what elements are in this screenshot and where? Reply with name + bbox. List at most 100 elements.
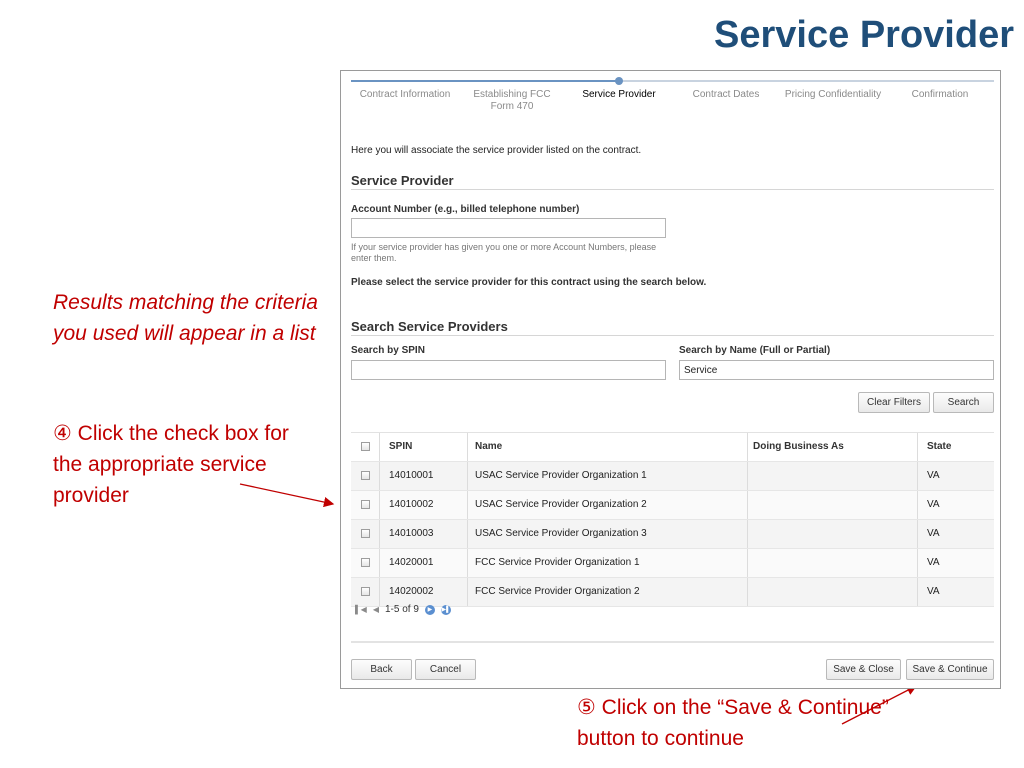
clear-filters-button[interactable]: Clear Filters xyxy=(858,392,930,413)
intro-text: Here you will associate the service prov… xyxy=(351,145,642,156)
column-divider xyxy=(379,462,380,490)
progress-fill xyxy=(351,80,619,82)
first-page-icon[interactable]: ▌◀ xyxy=(355,605,367,614)
column-header-name[interactable]: Name xyxy=(475,433,502,461)
column-divider xyxy=(747,491,748,519)
spin-search-input[interactable] xyxy=(351,360,666,380)
cell-spin: 14010001 xyxy=(389,470,434,481)
column-divider xyxy=(917,462,918,490)
column-divider xyxy=(917,549,918,577)
section-divider xyxy=(351,189,994,190)
cell-spin: 14020001 xyxy=(389,557,434,568)
spin-search-label: Search by SPIN xyxy=(351,345,425,356)
pager-range: 1-5 of 9 xyxy=(384,604,419,615)
progress-step: Contract Information xyxy=(359,89,451,100)
progress-step: Contract Dates xyxy=(692,89,760,100)
progress-step: Service Provider xyxy=(582,89,656,100)
progress-step: Establishing FCC Form 470 xyxy=(473,89,551,112)
column-header-state[interactable]: State xyxy=(927,433,951,461)
select-all-checkbox[interactable] xyxy=(361,442,370,451)
column-divider xyxy=(747,462,748,490)
cell-name: FCC Service Provider Organization 1 xyxy=(475,557,640,568)
column-divider xyxy=(467,462,468,490)
column-header-dba[interactable]: Doing Business As xyxy=(753,433,844,461)
column-divider xyxy=(917,578,918,606)
section-divider xyxy=(351,335,994,336)
pager: ▌◀ ◀ 1-5 of 9 ▶ ▶▌ xyxy=(355,604,451,615)
cell-state: VA xyxy=(927,470,940,481)
column-divider xyxy=(747,578,748,606)
column-divider xyxy=(379,491,380,519)
search-button[interactable]: Search xyxy=(933,392,994,413)
step4-text: Click the check box for the appropriate … xyxy=(53,422,289,507)
row-checkbox[interactable] xyxy=(361,500,370,509)
column-divider xyxy=(467,549,468,577)
table-row[interactable]: 14010001 USAC Service Provider Organizati… xyxy=(351,462,994,491)
column-divider xyxy=(917,491,918,519)
select-instruction: Please select the service provider for t… xyxy=(351,277,707,288)
progress-step: Confirmation xyxy=(911,89,969,100)
last-page-icon[interactable]: ▶▌ xyxy=(440,604,451,615)
cell-name: USAC Service Provider Organization 3 xyxy=(475,528,647,539)
progress-step: Pricing Confidentiality xyxy=(784,89,882,100)
column-divider xyxy=(467,491,468,519)
progress-current-dot xyxy=(615,77,623,85)
name-search-label: Search by Name (Full or Partial) xyxy=(679,345,831,356)
cell-state: VA xyxy=(927,528,940,539)
row-checkbox[interactable] xyxy=(361,471,370,480)
column-divider xyxy=(747,520,748,548)
column-divider xyxy=(467,520,468,548)
column-divider xyxy=(917,520,918,548)
results-table: SPIN Name Doing Business As State 140100… xyxy=(351,432,994,607)
step4-number: ④ xyxy=(53,422,72,445)
table-row[interactable]: 14020002 FCC Service Provider Organizatio… xyxy=(351,578,994,607)
progress-track xyxy=(351,77,994,85)
cell-name: USAC Service Provider Organization 2 xyxy=(475,499,647,510)
column-divider xyxy=(747,433,748,461)
account-number-label: Account Number (e.g., billed telephone n… xyxy=(351,204,580,215)
step5-text: Click on the “Save & Continue” button to… xyxy=(577,696,889,750)
column-divider xyxy=(379,433,380,461)
save-close-button[interactable]: Save & Close xyxy=(826,659,901,680)
cell-state: VA xyxy=(927,499,940,510)
column-divider xyxy=(379,578,380,606)
cell-state: VA xyxy=(927,586,940,597)
prev-page-icon[interactable]: ◀ xyxy=(373,605,379,614)
table-row[interactable]: 14010002 USAC Service Provider Organizati… xyxy=(351,491,994,520)
save-continue-button[interactable]: Save & Continue xyxy=(906,659,994,680)
column-divider xyxy=(467,578,468,606)
cell-spin: 14010003 xyxy=(389,528,434,539)
next-page-icon[interactable]: ▶ xyxy=(424,604,435,615)
cell-name: FCC Service Provider Organization 2 xyxy=(475,586,640,597)
cell-spin: 14020002 xyxy=(389,586,434,597)
account-number-hint: If your service provider has given you o… xyxy=(351,242,657,263)
column-divider xyxy=(747,549,748,577)
step4-note: ④ Click the check box for the appropriat… xyxy=(53,418,323,511)
column-header-spin[interactable]: SPIN xyxy=(389,433,412,461)
table-row[interactable]: 14020001 FCC Service Provider Organizatio… xyxy=(351,549,994,578)
account-number-input[interactable] xyxy=(351,218,666,238)
section-title-search: Search Service Providers xyxy=(351,319,508,334)
cell-spin: 14010002 xyxy=(389,499,434,510)
footer-divider xyxy=(351,641,994,643)
step5-note: ⑤ Click on the “Save & Continue” button … xyxy=(577,692,907,754)
table-header-row: SPIN Name Doing Business As State xyxy=(351,433,994,462)
row-checkbox[interactable] xyxy=(361,587,370,596)
row-checkbox[interactable] xyxy=(361,558,370,567)
step5-number: ⑤ xyxy=(577,696,596,719)
table-row[interactable]: 14010003 USAC Service Provider Organizati… xyxy=(351,520,994,549)
column-divider xyxy=(467,433,468,461)
column-divider xyxy=(379,520,380,548)
results-note: Results matching the criteria you used w… xyxy=(53,291,318,345)
row-checkbox[interactable] xyxy=(361,529,370,538)
cell-state: VA xyxy=(927,557,940,568)
slide-title: Service Provider xyxy=(714,14,1014,56)
column-divider xyxy=(917,433,918,461)
form-window: Contract Information Establishing FCC For… xyxy=(340,70,1001,689)
name-search-input[interactable] xyxy=(679,360,994,380)
cancel-button[interactable]: Cancel xyxy=(415,659,476,680)
cell-name: USAC Service Provider Organization 1 xyxy=(475,470,647,481)
column-divider xyxy=(379,549,380,577)
back-button[interactable]: Back xyxy=(351,659,412,680)
section-title-service-provider: Service Provider xyxy=(351,173,454,188)
